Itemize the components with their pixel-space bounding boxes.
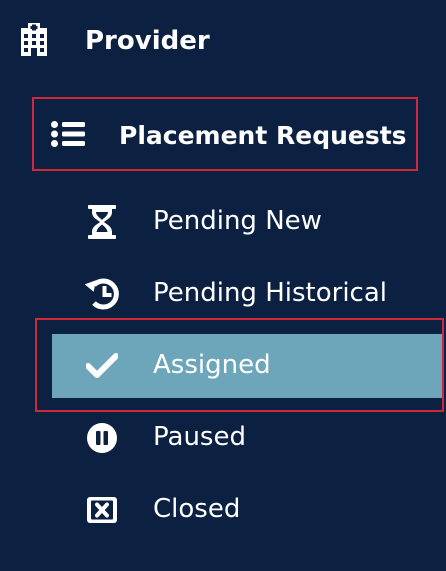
nav-item-label: Closed (153, 494, 241, 524)
nav-item-label: Placement Requests (119, 121, 407, 150)
nav-item-label: Pending New (153, 206, 322, 236)
list-icon (50, 119, 86, 149)
sidebar-nav: Provider Placement Requests Pending New … (0, 0, 446, 571)
nav-item-provider[interactable]: Provider (0, 10, 446, 70)
nav-item-paused[interactable]: Paused (52, 406, 442, 470)
nav-item-label: Paused (153, 422, 246, 452)
history-icon (82, 277, 122, 311)
nav-item-label: Pending Historical (153, 278, 387, 308)
pause-circle-icon (82, 421, 122, 455)
nav-item-pending-new[interactable]: Pending New (52, 190, 442, 254)
check-icon (82, 349, 122, 383)
hourglass-icon (82, 205, 122, 239)
nav-item-label: Assigned (153, 350, 271, 380)
nav-item-placement-requests[interactable]: Placement Requests (34, 99, 416, 169)
nav-item-label: Provider (85, 26, 210, 56)
nav-item-pending-historical[interactable]: Pending Historical (52, 262, 442, 326)
nav-item-closed[interactable]: Closed (52, 478, 442, 542)
close-box-icon (82, 493, 122, 527)
nav-item-assigned[interactable]: Assigned (52, 334, 442, 398)
hospital-icon (18, 22, 50, 58)
